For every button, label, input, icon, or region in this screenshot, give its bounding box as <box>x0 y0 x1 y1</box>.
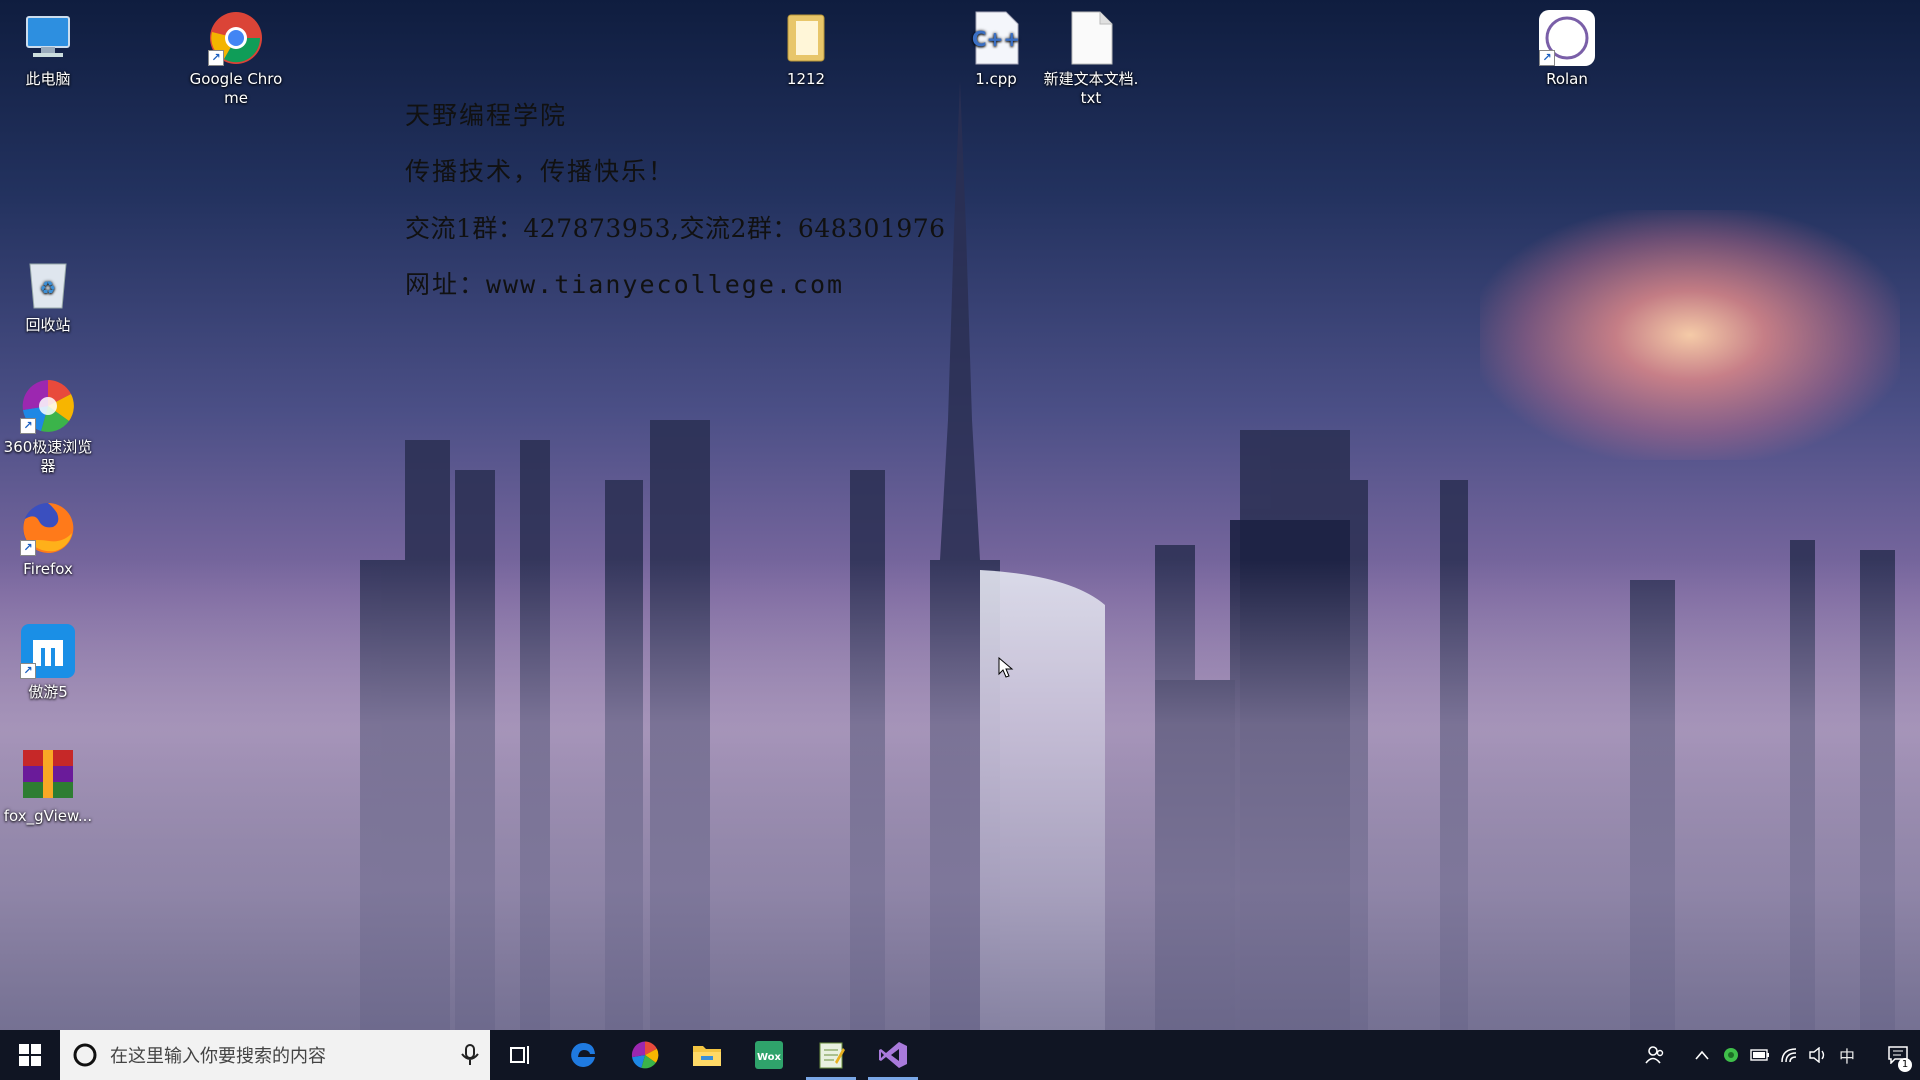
desktop-icon-label: fox_gView... <box>3 807 93 825</box>
mouse-cursor-icon <box>998 657 1014 678</box>
wox-icon-label: Wox <box>757 1052 782 1063</box>
desktop-icon-label: 新建文本文档.txt <box>1043 70 1139 107</box>
desktop-icon-label: 回收站 <box>25 316 71 334</box>
start-button[interactable] <box>0 1030 60 1080</box>
microphone-icon[interactable] <box>450 1042 490 1068</box>
taskbar-edge[interactable] <box>552 1030 614 1080</box>
desktop-icon-recycle-bin[interactable]: ♻ 回收站 <box>0 254 96 335</box>
shortcut-arrow-icon: ↗ <box>20 540 36 556</box>
desktop-icon-label: 1.cpp <box>975 70 1017 88</box>
taskbar-wox[interactable]: Wox <box>738 1030 800 1080</box>
folder-icon <box>776 8 836 68</box>
taskbar-file-explorer[interactable] <box>676 1030 738 1080</box>
battery-icon[interactable] <box>1745 1030 1774 1080</box>
rolan-icon: ↗ <box>1537 8 1597 68</box>
desktop-icon-label: 1212 <box>786 70 826 88</box>
desktop-icon-rolan[interactable]: ↗ Rolan <box>1519 8 1615 89</box>
cpp-file-icon: C++ <box>966 8 1026 68</box>
taskbar-360-browser[interactable] <box>614 1030 676 1080</box>
cortana-icon <box>73 1043 97 1067</box>
desktop-icon-maxthon[interactable]: ↗ 傲游5 <box>0 621 96 702</box>
360-browser-icon: ↗ <box>18 376 78 436</box>
shortcut-arrow-icon: ↗ <box>20 663 36 679</box>
desktop-icon-label: Firefox <box>23 560 73 578</box>
visual-studio-icon <box>879 1042 907 1068</box>
task-view-icon <box>510 1046 529 1064</box>
tray-app-icon[interactable] <box>1716 1030 1745 1080</box>
taskbar-search-box[interactable]: 在这里输入你要搜索的内容 <box>60 1030 490 1080</box>
winrar-icon <box>18 745 78 805</box>
svg-text:♻: ♻ <box>40 278 56 299</box>
taskbar-notepad[interactable] <box>800 1030 862 1080</box>
desktop-icon-1-cpp[interactable]: C++ 1.cpp <box>948 8 1044 89</box>
desktop-icon-label: 360极速浏览器 <box>3 438 93 475</box>
volume-icon[interactable] <box>1803 1030 1832 1080</box>
network-icon[interactable] <box>1774 1030 1803 1080</box>
desktop-icon-new-text-file[interactable]: 新建文本文档.txt <box>1043 8 1139 108</box>
desktop-icon-label: 傲游5 <box>28 683 68 701</box>
notification-count-badge: 1 <box>1898 1058 1912 1072</box>
show-hidden-icons-chevron-icon[interactable] <box>1687 1030 1716 1080</box>
shortcut-arrow-icon: ↗ <box>208 50 224 66</box>
desktop-icon-label: Google Chrome <box>189 70 283 107</box>
maxthon-icon: ↗ <box>18 621 78 681</box>
search-placeholder: 在这里输入你要搜索的内容 <box>110 1046 326 1067</box>
system-tray: 中 1 <box>1640 1030 1920 1080</box>
edge-icon <box>571 1043 595 1067</box>
taskbar-visual-studio[interactable] <box>862 1030 924 1080</box>
desktop-icon-google-chrome[interactable]: ↗ Google Chrome <box>188 8 284 108</box>
overlay-line-groups: 交流1群：427873953,交流2群：648301976 <box>405 214 946 243</box>
overlay-line-school-name: 天野编程学院 <box>405 101 568 130</box>
desktop-icon-label: Rolan <box>1546 70 1588 88</box>
desktop-icon-label: 此电脑 <box>25 70 71 88</box>
computer-icon <box>18 8 78 68</box>
text-file-icon <box>1061 8 1121 68</box>
360-browser-icon <box>631 1041 659 1069</box>
desktop-icon-firefox[interactable]: ↗ Firefox <box>0 498 96 579</box>
recycle-bin-icon: ♻ <box>18 254 78 314</box>
shortcut-arrow-icon: ↗ <box>1539 50 1555 66</box>
chrome-icon: ↗ <box>206 8 266 68</box>
svg-text:C++: C++ <box>972 27 1020 51</box>
ime-language-indicator[interactable]: 中 <box>1832 1030 1862 1080</box>
desktop-icon-fox-gview[interactable]: fox_gView... <box>0 745 96 826</box>
task-view-button[interactable] <box>490 1030 552 1080</box>
overlay-line-website: 网址：www.tianyecollege.com <box>405 270 845 299</box>
people-icon[interactable] <box>1640 1030 1669 1080</box>
action-center-button[interactable]: 1 <box>1876 1030 1920 1080</box>
desktop-icon-this-pc[interactable]: 此电脑 <box>0 8 96 89</box>
notepad-icon <box>819 1042 845 1069</box>
shortcut-arrow-icon: ↗ <box>20 418 36 434</box>
overlay-line-slogan: 传播技术，传播快乐！ <box>405 157 676 186</box>
taskbar: 在这里输入你要搜索的内容 Wox 中 1 <box>0 1030 1920 1080</box>
file-explorer-icon <box>693 1046 721 1066</box>
desktop-icon-folder-1212[interactable]: 1212 <box>758 8 854 89</box>
firefox-icon: ↗ <box>18 498 78 558</box>
wox-icon: Wox <box>755 1041 783 1069</box>
desktop-icon-360-browser[interactable]: ↗ 360极速浏览器 <box>0 376 96 476</box>
wallpaper-skyline <box>360 80 1895 1030</box>
windows-logo-icon <box>19 1044 41 1066</box>
